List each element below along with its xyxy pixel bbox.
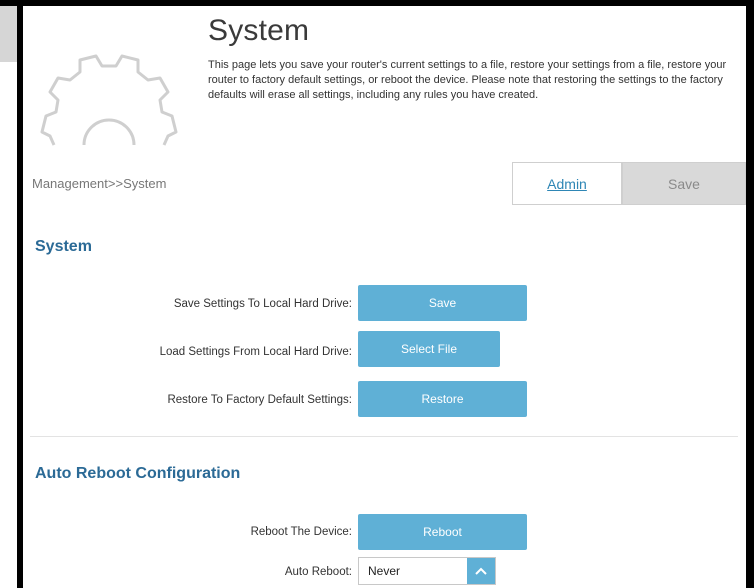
- save-tab-button[interactable]: Save: [622, 162, 746, 205]
- section-divider: [30, 436, 738, 437]
- save-settings-button[interactable]: Save: [358, 285, 527, 321]
- save-settings-label: Save Settings To Local Hard Drive:: [173, 298, 352, 310]
- page-description: This page lets you save your router's cu…: [208, 59, 727, 101]
- chevron-up-icon[interactable]: [467, 558, 495, 584]
- reboot-button[interactable]: Reboot: [358, 514, 527, 550]
- auto-reboot-value: Never: [368, 564, 401, 578]
- page-title: System: [208, 14, 310, 47]
- reboot-device-label: Reboot The Device:: [250, 526, 352, 538]
- load-settings-label: Load Settings From Local Hard Drive:: [159, 346, 352, 358]
- window-frame-top: [0, 0, 754, 6]
- auto-reboot-label: Auto Reboot:: [284, 566, 352, 578]
- auto-reboot-select[interactable]: Never: [358, 557, 496, 585]
- system-section-title: System: [35, 238, 92, 255]
- admin-link-button[interactable]: Admin: [512, 162, 622, 205]
- select-file-button[interactable]: Select File: [358, 331, 500, 367]
- breadcrumb: Management>>System: [32, 176, 167, 191]
- window-frame-right: [746, 0, 754, 588]
- restore-defaults-label: Restore To Factory Default Settings:: [167, 394, 352, 406]
- restore-button[interactable]: Restore: [358, 381, 527, 417]
- gear-icon: [40, 54, 178, 146]
- window-frame-left: [17, 0, 23, 588]
- auto-reboot-section-title: Auto Reboot Configuration: [35, 465, 241, 482]
- side-tab: [0, 6, 17, 62]
